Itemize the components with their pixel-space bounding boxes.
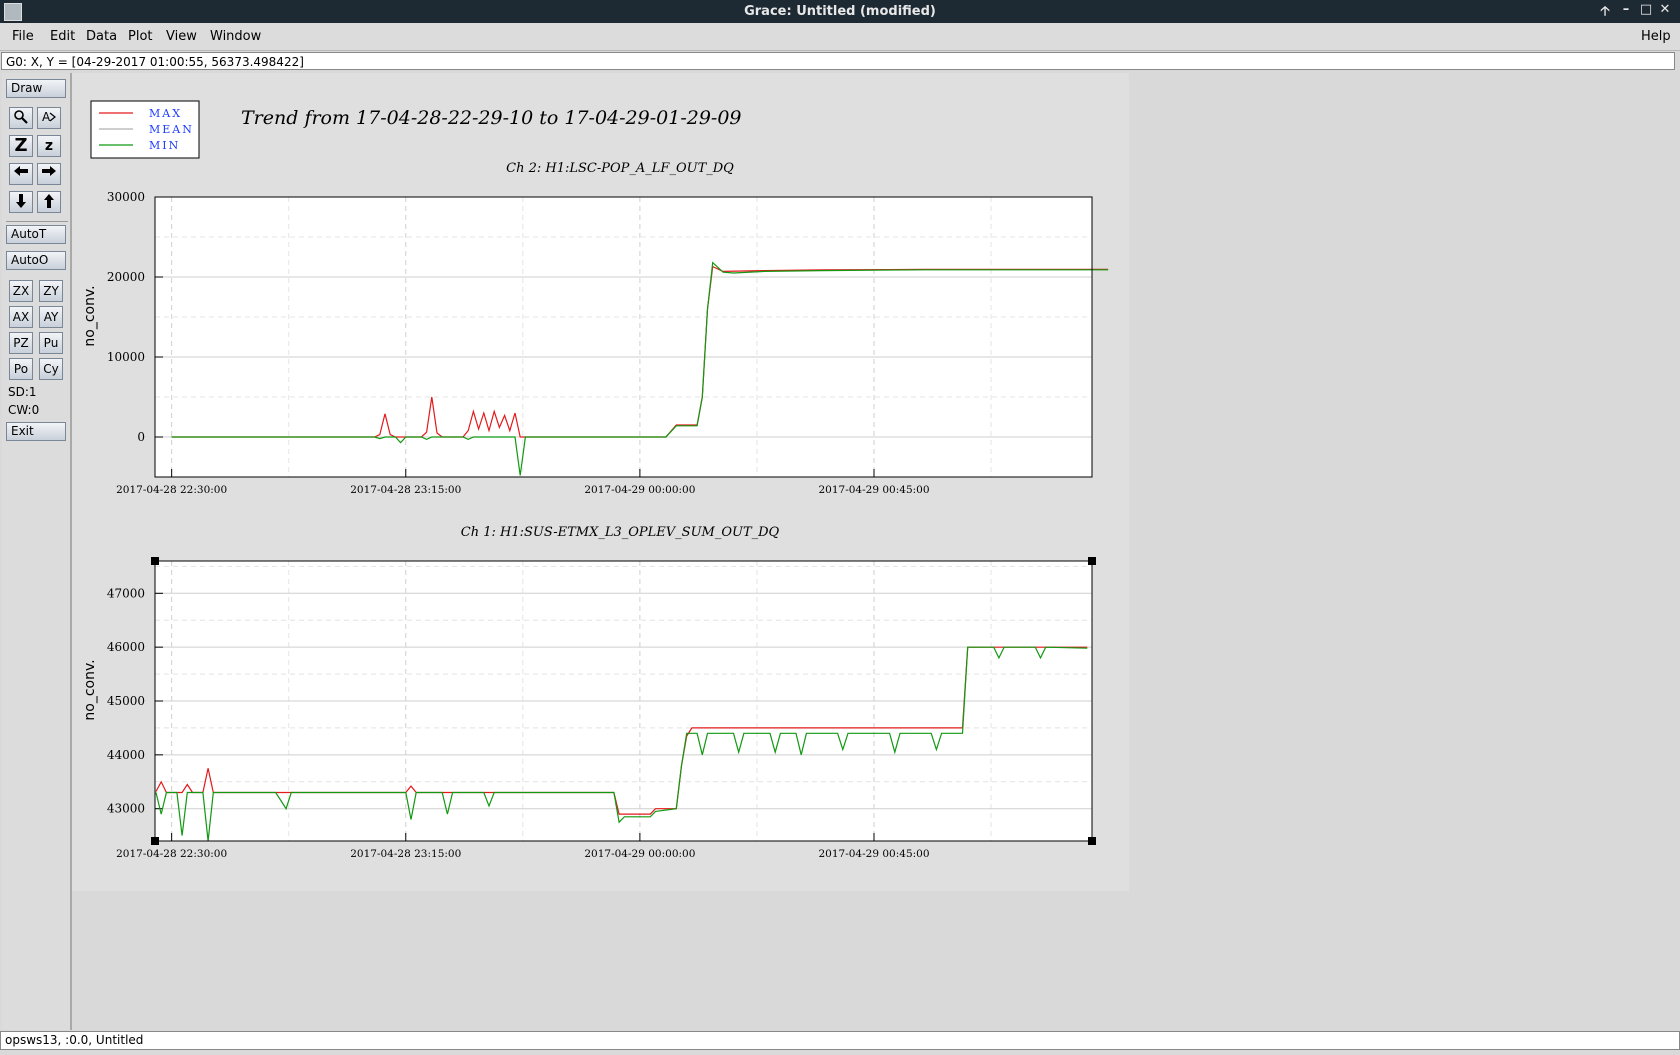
locator-bar: G0: X, Y = [04-29-2017 01:00:55, 56373.4… [1,52,1675,70]
selection-handle [151,837,159,845]
menu-help[interactable]: Help [1641,29,1671,44]
x-tick-label: 2017-04-29 00:00:00 [584,848,695,860]
y-tick-label: 30000 [107,190,145,204]
arrow-right-icon [42,166,56,176]
drawing-canvas[interactable]: MAX MEAN MIN Trend from 17-04-28-22-29-1… [72,73,1678,1030]
x-tick-label: 2017-04-28 22:30:00 [116,484,227,496]
zoom-button[interactable] [9,107,33,129]
graph-ch1[interactable]: Ch 1: H1:SUS-ETMX_L3_OPLEV_SUM_OUT_DQ no… [82,525,1096,860]
window-titlebar[interactable]: Grace: Untitled (modified) 🡡 – □ ✕ [0,0,1680,23]
zx-button[interactable]: ZX [9,280,33,302]
raise-window-icon[interactable]: 🡡 [1597,2,1613,20]
legend-min-label: MIN [149,139,180,152]
menu-data[interactable]: Data [86,29,117,44]
plot-area [155,197,1092,477]
y-tick-label: 44000 [107,748,145,762]
arrow-left-icon [14,166,28,176]
selection-handle [1088,557,1096,565]
tool-separator [6,221,68,222]
arrow-down-icon [16,194,26,208]
plot-main-title: Trend from 17-04-28-22-29-10 to 17-04-29… [241,107,742,129]
ay-button[interactable]: AY [39,306,63,328]
legend-max-label: MAX [149,107,182,120]
graph-ch1-ylabel: no_conv. [82,659,98,720]
exit-button[interactable]: Exit [6,422,66,441]
plot-page: MAX MEAN MIN Trend from 17-04-28-22-29-1… [72,73,1129,891]
x-tick-label: 2017-04-29 00:45:00 [818,484,929,496]
autoscale-text-button[interactable]: A [37,107,61,129]
y-tick-label: 45000 [107,694,145,708]
current-world-label: CW:0 [8,403,40,417]
menu-edit[interactable]: Edit [50,29,75,44]
cy-button[interactable]: Cy [39,358,63,380]
y-tick-label: 46000 [107,640,145,654]
pz-button[interactable]: PZ [9,332,33,354]
y-tick-label: 0 [137,430,145,444]
menu-view[interactable]: View [166,29,197,44]
zoom-out-button[interactable]: z [37,135,61,157]
zy-button[interactable]: ZY [39,280,63,302]
x-tick-label: 2017-04-29 00:00:00 [584,484,695,496]
tool-panel: Draw A Z z AutoT AutoO ZX ZY AX AY PZ Pu… [2,73,72,1030]
po-button[interactable]: Po [9,358,33,380]
window-title: Grace: Untitled (modified) [744,4,936,19]
pu-button[interactable]: Pu [39,332,63,354]
graph-ch2-title: Ch 2: H1:LSC-POP_A_LF_OUT_DQ [506,161,734,176]
legend[interactable]: MAX MEAN MIN [90,100,200,159]
x-tick-label: 2017-04-28 23:15:00 [350,484,461,496]
menu-file[interactable]: File [12,29,34,44]
legend-mean-label: MEAN [149,123,194,136]
scroll-down-button[interactable] [9,191,33,213]
minimize-icon[interactable]: – [1618,2,1634,20]
y-tick-label: 20000 [107,270,145,284]
zoom-in-button[interactable]: Z [9,135,33,157]
y-tick-label: 10000 [107,350,145,364]
graph-ch1-title: Ch 1: H1:SUS-ETMX_L3_OPLEV_SUM_OUT_DQ [461,525,780,540]
scroll-right-button[interactable] [37,163,61,185]
menu-plot[interactable]: Plot [128,29,153,44]
ax-button[interactable]: AX [9,306,33,328]
scroll-left-button[interactable] [9,163,33,185]
scroll-up-button[interactable] [37,191,61,213]
arrow-up-icon [44,194,54,208]
autoo-button[interactable]: AutoO [6,251,66,270]
set-depth-label: SD:1 [8,385,37,399]
y-tick-label: 43000 [107,802,145,816]
graph-ch2[interactable]: Ch 2: H1:LSC-POP_A_LF_OUT_DQ no_conv. 20… [82,161,1109,496]
x-tick-label: 2017-04-28 23:15:00 [350,848,461,860]
x-tick-label: 2017-04-28 22:30:00 [116,848,227,860]
svg-text:A: A [42,110,51,124]
selection-handle [1088,837,1096,845]
close-icon[interactable]: ✕ [1657,2,1673,20]
status-bar: opsws13, :0.0, Untitled [0,1031,1680,1050]
magnifier-icon [14,110,28,124]
zoom-in-icon: Z [14,135,28,156]
text-arrow-icon: A [42,110,56,124]
menubar: File Edit Data Plot View Window Help [0,23,1680,51]
graph-ch2-ylabel: no_conv. [82,285,98,346]
maximize-icon[interactable]: □ [1638,2,1654,20]
menu-window[interactable]: Window [210,29,261,44]
selection-handle [151,557,159,565]
draw-button[interactable]: Draw [6,79,66,98]
plot-svg: MAX MEAN MIN Trend from 17-04-28-22-29-1… [82,100,1109,860]
x-tick-label: 2017-04-29 00:45:00 [818,848,929,860]
y-tick-label: 47000 [107,586,145,600]
autot-button[interactable]: AutoT [6,225,66,244]
zoom-out-icon: z [44,138,54,154]
